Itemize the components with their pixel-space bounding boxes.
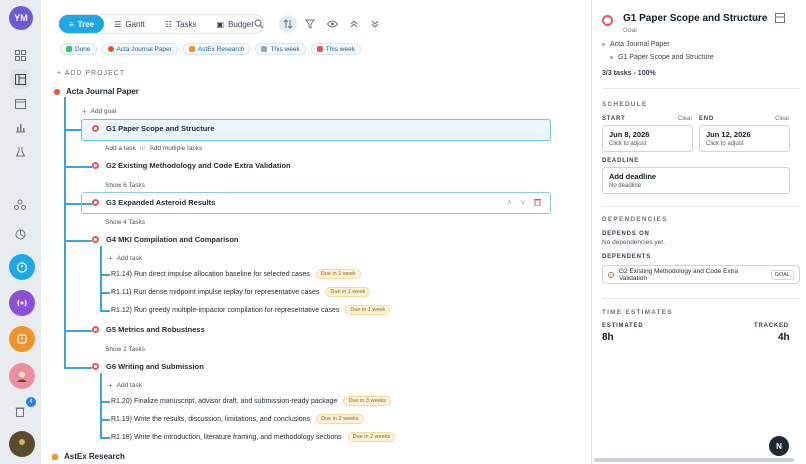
- add-multiple-tasks-link[interactable]: Add multiple tasks: [150, 145, 203, 152]
- task-row[interactable]: R1.11) Run dense midpoint impulse replay…: [111, 287, 371, 297]
- start-label: START: [602, 116, 626, 122]
- tree-connector: [100, 401, 110, 403]
- tracked-label: TRACKED: [754, 323, 789, 329]
- target-icon: [92, 326, 99, 333]
- target-icon: [92, 199, 99, 206]
- panel-layout-icon[interactable]: [775, 13, 785, 25]
- end-date-field[interactable]: Jun 12, 2026 Click to adjust: [699, 125, 790, 152]
- next-assistant-button[interactable]: N: [769, 436, 789, 456]
- breadcrumb-goal: G1 Paper Scope and Structure: [618, 54, 714, 61]
- deadline-field[interactable]: Add deadline No deadline: [602, 167, 790, 194]
- target-icon: [92, 162, 99, 169]
- goal-row[interactable]: G6 Writing and Submission: [92, 362, 204, 371]
- tracked-value: 4h: [778, 332, 790, 343]
- divider: [602, 206, 800, 207]
- deadline-label: DEADLINE: [602, 158, 640, 164]
- show-tasks-link[interactable]: Show 2 Tasks: [105, 346, 145, 353]
- section-time-estimates: TIME ESTIMATES: [602, 309, 673, 316]
- divider: [602, 298, 800, 299]
- row-actions: ˄ ˅: [507, 198, 542, 208]
- target-icon: [92, 236, 99, 243]
- tree-connector: [100, 373, 102, 437]
- show-tasks-link[interactable]: Show 4 Tasks: [105, 219, 145, 226]
- delete-icon[interactable]: [534, 198, 542, 208]
- due-badge: Due in 3 weeks: [343, 396, 392, 406]
- target-icon: [92, 125, 99, 132]
- panel-title: G1 Paper Scope and Structure: [623, 13, 768, 24]
- section-dependencies: DEPENDENCIES: [602, 216, 668, 223]
- goal-row[interactable]: G3 Expanded Asteroid Results: [92, 198, 215, 207]
- tree-connector: [100, 246, 102, 310]
- panel-type: Goal: [623, 27, 637, 34]
- project-tree: Acta Journal Paper + Add goal G1 Paper Sc…: [0, 0, 590, 464]
- goal-row[interactable]: G2 Existing Methodology and Code Extra V…: [92, 161, 291, 170]
- section-schedule: SCHEDULE: [602, 101, 648, 108]
- tree-connector: [64, 367, 92, 369]
- estimated-label: ESTIMATED: [602, 323, 644, 329]
- end-label: END: [699, 116, 715, 122]
- move-up-icon[interactable]: ˄: [507, 198, 512, 208]
- target-icon: [608, 271, 614, 278]
- task-row[interactable]: R1.14) Run direct impulse allocation bas…: [111, 269, 361, 279]
- show-tasks-link[interactable]: Show 6 Tasks: [105, 182, 145, 189]
- add-task-button[interactable]: + Add task: [108, 254, 142, 263]
- depends-on-label: DEPENDS ON: [602, 231, 650, 237]
- project-row[interactable]: Acta Journal Paper: [54, 87, 139, 96]
- breadcrumb-project[interactable]: Acta Journal Paper: [610, 41, 670, 48]
- estimated-value: 8h: [602, 332, 614, 343]
- horizontal-scrollbar[interactable]: [594, 458, 794, 462]
- task-row[interactable]: R1.18) Write the introduction, literatur…: [111, 432, 396, 442]
- goal-badge: GOAL: [770, 269, 794, 280]
- start-date-field[interactable]: Jun 8, 2026 Click to adjust: [602, 125, 693, 152]
- task-row[interactable]: R1.20) Finalize manuscript, advisor draf…: [111, 396, 392, 406]
- tree-connector: [64, 240, 92, 242]
- end-clear-button[interactable]: Clear: [775, 116, 789, 122]
- tree-connector: [64, 97, 66, 367]
- rocket-icon: [52, 453, 58, 460]
- due-badge: Due in 2 weeks: [347, 432, 396, 442]
- start-clear-button[interactable]: Clear: [678, 116, 692, 122]
- details-panel: G1 Paper Scope and Structure ✎ Goal Acta…: [591, 0, 806, 464]
- pin-icon: [54, 88, 60, 95]
- goal-target-icon: [602, 15, 613, 26]
- tree-connector: [100, 292, 110, 294]
- dependents-label: DEPENDENTS: [602, 254, 652, 260]
- add-task-button[interactable]: + Add task: [108, 381, 142, 390]
- breadcrumb: G1 Paper Scope and Structure: [610, 54, 714, 61]
- breadcrumb: Acta Journal Paper: [602, 41, 670, 48]
- target-icon: [92, 363, 99, 370]
- task-row[interactable]: R1.19) Write the results, discussion, li…: [111, 414, 364, 424]
- progress-text: 3/3 tasks - 100%: [602, 70, 656, 77]
- due-badge: Due in 1 week: [345, 305, 391, 315]
- task-row[interactable]: R1.12) Run greedy multiple-impactor comp…: [111, 305, 391, 315]
- tree-connector: [64, 330, 92, 332]
- goal-row[interactable]: G1 Paper Scope and Structure: [92, 124, 214, 133]
- add-goal-button[interactable]: + Add goal: [82, 107, 116, 116]
- tree-connector: [64, 166, 92, 168]
- tree-connector: [100, 274, 110, 276]
- add-task-link[interactable]: Add a task: [105, 145, 136, 152]
- project-row[interactable]: AstEx Research: [52, 452, 125, 461]
- tree-connector: [100, 310, 110, 312]
- due-badge: Due in 1 week: [315, 269, 361, 279]
- depends-on-empty: No dependencies yet.: [602, 239, 665, 246]
- due-badge: Due in 1 week: [325, 287, 371, 297]
- goal-row[interactable]: G5 Metrics and Robustness: [92, 325, 205, 334]
- edit-pencil-icon[interactable]: ✎: [752, 14, 760, 25]
- due-badge: Due in 2 weeks: [316, 414, 364, 424]
- dependent-item[interactable]: G2 Existing Methodology and Code Extra V…: [602, 265, 800, 284]
- move-down-icon[interactable]: ˅: [521, 198, 526, 208]
- tree-connector: [100, 419, 110, 421]
- goal-add-task-links: Add a task or Add multiple tasks: [105, 145, 203, 152]
- goal-row[interactable]: G4 MKI Compilation and Comparison: [92, 235, 239, 244]
- tree-connector: [100, 437, 110, 439]
- divider: [602, 88, 800, 89]
